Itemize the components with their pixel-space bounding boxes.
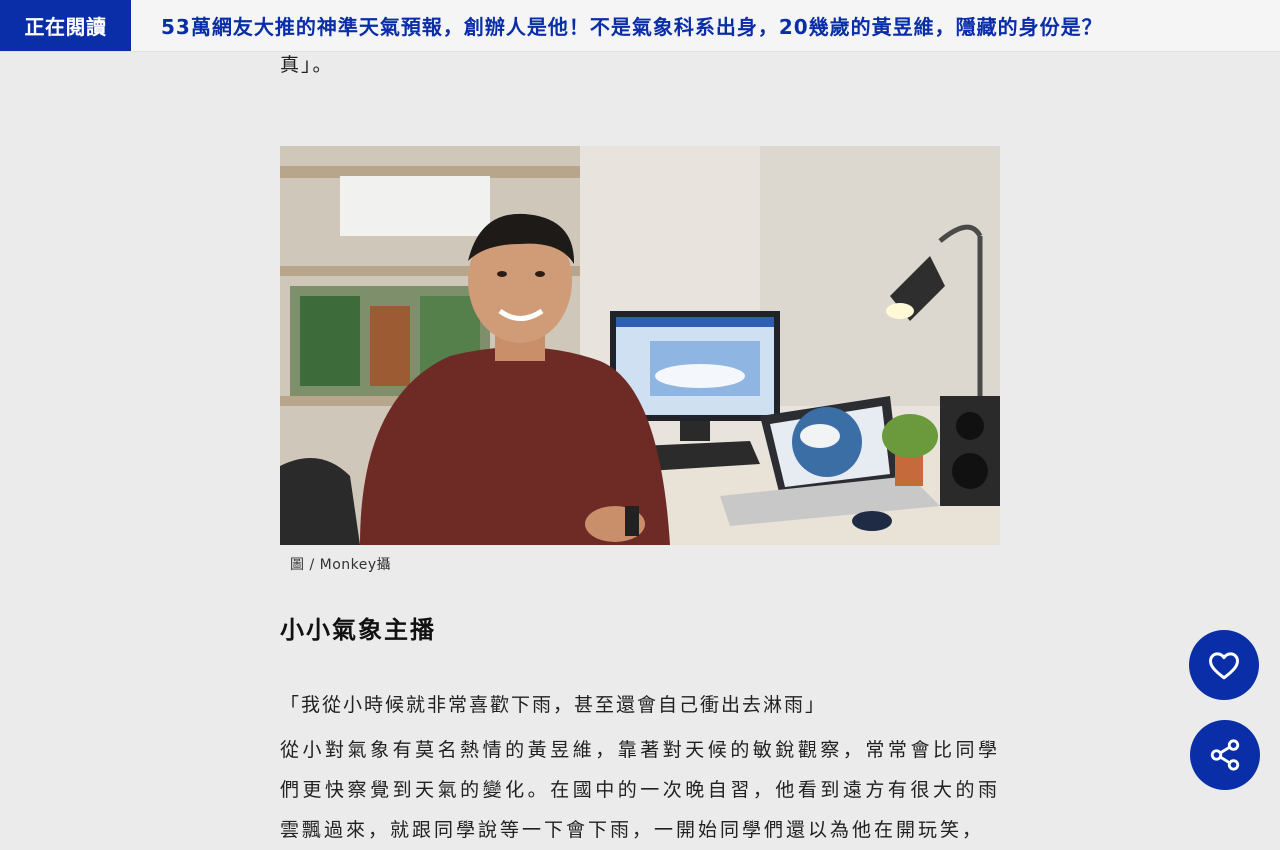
article-photo bbox=[280, 146, 1000, 545]
heart-icon bbox=[1209, 652, 1239, 680]
photo-caption: 圖 / Monkey攝 bbox=[290, 557, 392, 573]
previous-paragraph-tail: 真」。 bbox=[280, 54, 334, 76]
like-button[interactable] bbox=[1189, 630, 1259, 700]
now-reading-title[interactable]: 53萬網友大推的神準天氣預報，創辦人是他！不是氣象科系出身，20幾歲的黃昱維，隱… bbox=[161, 11, 1103, 40]
now-reading-badge: 正在閱讀 bbox=[0, 0, 131, 51]
article-paragraph: 從小對氣象有莫名熱情的黃昱維，靠著對天候的敏銳觀察，常常會比同學們更快察覺到天氣… bbox=[280, 739, 1000, 841]
section-heading: 小小氣象主播 bbox=[280, 616, 436, 644]
share-button[interactable] bbox=[1190, 720, 1260, 790]
reading-progress-bar: 正在閱讀 53萬網友大推的神準天氣預報，創辦人是他！不是氣象科系出身，20幾歲的… bbox=[0, 0, 1280, 51]
share-icon bbox=[1210, 739, 1240, 771]
photo-illustration bbox=[280, 146, 1000, 545]
pull-quote: 「我從小時候就非常喜歡下雨，甚至還會自己衝出去淋雨」 bbox=[280, 694, 827, 716]
